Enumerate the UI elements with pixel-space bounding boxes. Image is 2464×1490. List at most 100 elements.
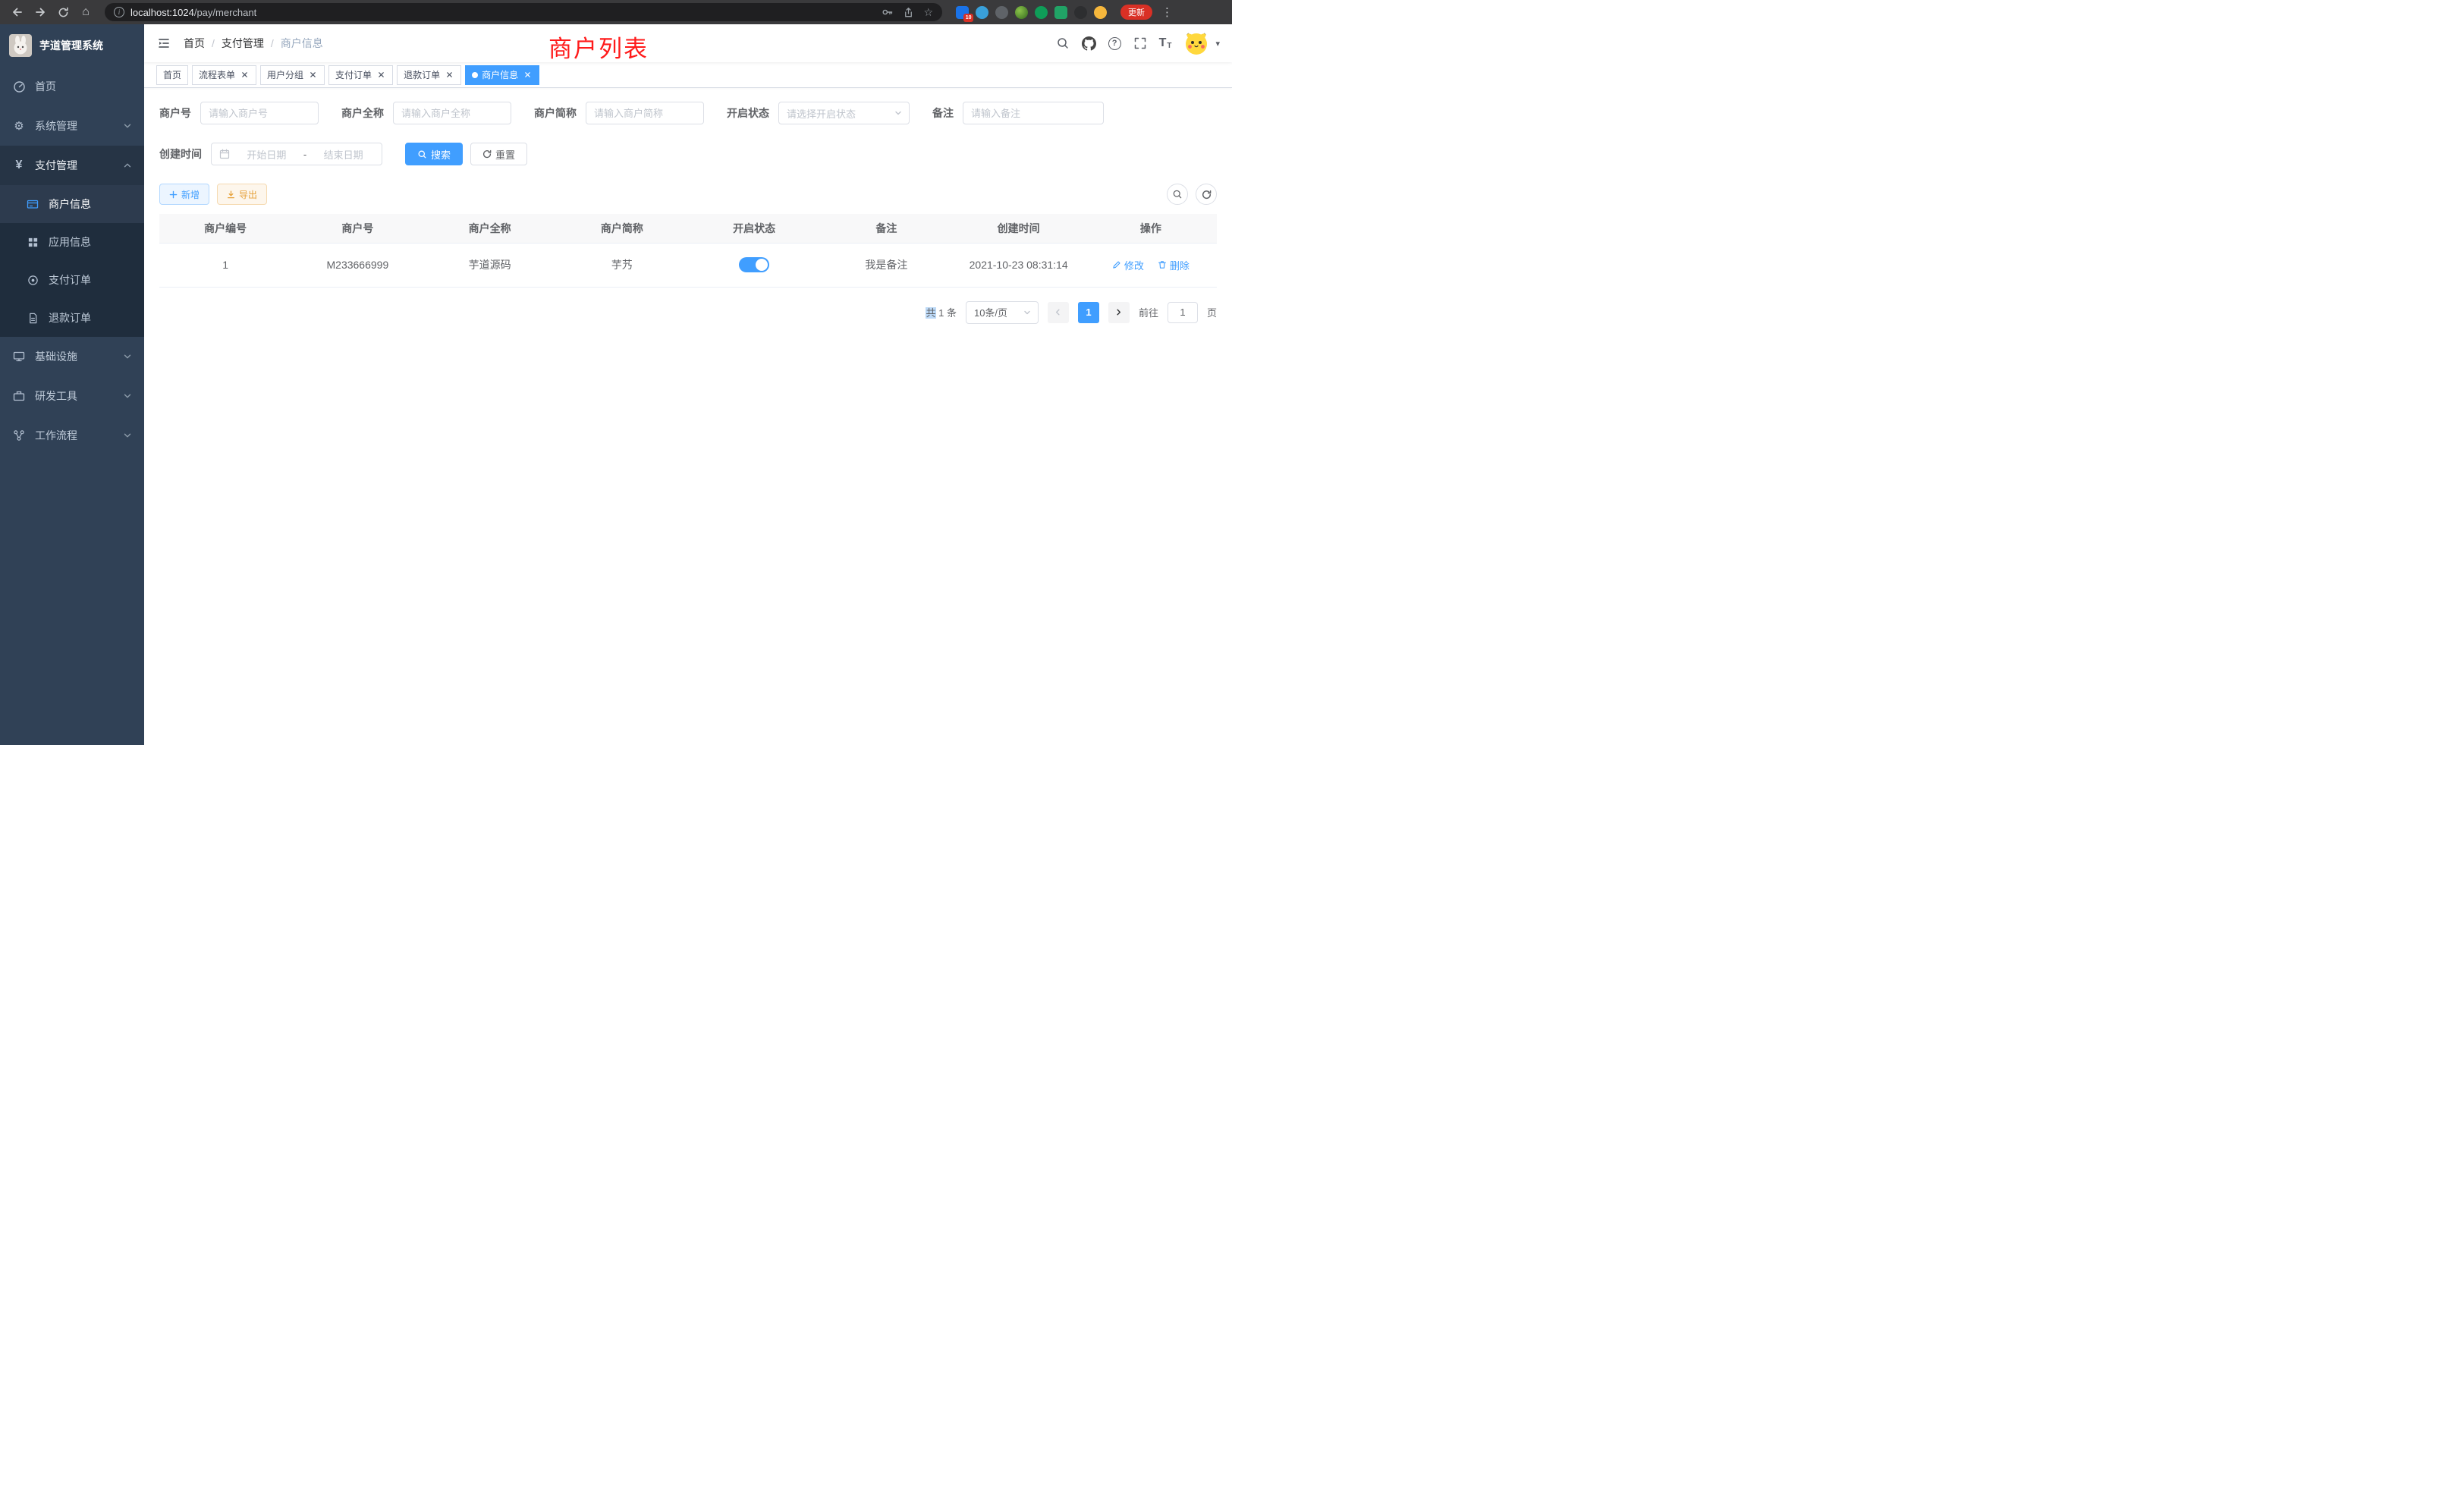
- cell-status: [688, 243, 820, 287]
- tab-close-icon[interactable]: [239, 70, 250, 80]
- table-row: 1 M233666999 芋道源码 芋艿 我是备注 2021-10-23 08:…: [159, 243, 1217, 287]
- sidebar-item-workflow[interactable]: 工作流程: [0, 416, 144, 455]
- search-button[interactable]: 搜索: [405, 143, 463, 165]
- breadcrumb-current: 商户信息: [281, 36, 323, 51]
- circle-dot-icon: [26, 275, 39, 286]
- cell-full-name: 芋道源码: [424, 243, 556, 287]
- grid-icon: [26, 237, 39, 248]
- table-tools: [1167, 184, 1217, 205]
- cell-create-time: 2021-10-23 08:31:14: [953, 243, 1085, 287]
- table-header-row: 商户编号 商户号 商户全称 商户简称 开启状态 备注 创建时间 操作: [159, 214, 1217, 243]
- pagination-total: 共 1 条: [926, 305, 956, 319]
- status-toggle[interactable]: [739, 257, 769, 272]
- tab-close-icon[interactable]: [522, 70, 533, 80]
- browser-update-button[interactable]: 更新: [1120, 5, 1152, 20]
- chevron-down-icon: [123, 352, 132, 361]
- browser-forward-button[interactable]: [30, 2, 50, 22]
- browser-home-button[interactable]: ⌂: [76, 2, 96, 22]
- fullscreen-icon[interactable]: [1133, 36, 1147, 50]
- extension-icon-4[interactable]: [1015, 6, 1028, 19]
- prev-page-button[interactable]: [1048, 302, 1069, 323]
- sidebar-item-merchant-info[interactable]: 商户信息: [0, 185, 144, 223]
- github-icon[interactable]: [1082, 36, 1096, 51]
- extension-icon-1[interactable]: 10: [956, 6, 969, 19]
- font-size-icon[interactable]: TT: [1159, 36, 1172, 50]
- sidebar-toggle-icon[interactable]: [156, 36, 171, 51]
- delete-link[interactable]: 删除: [1158, 258, 1190, 272]
- extension-icon-7[interactable]: [1074, 6, 1087, 19]
- help-icon[interactable]: ?: [1108, 37, 1121, 50]
- sidebar-item-devtools[interactable]: 研发工具: [0, 376, 144, 416]
- sidebar-item-infrastructure[interactable]: 基础设施: [0, 337, 144, 376]
- user-avatar[interactable]: [1183, 30, 1209, 56]
- page-size-select[interactable]: 10条/页: [966, 301, 1039, 324]
- toggle-search-button[interactable]: [1167, 184, 1188, 205]
- url-text: localhost:1024/pay/merchant: [130, 7, 256, 18]
- sidebar-item-label: 首页: [35, 79, 56, 94]
- sidebar-item-payment[interactable]: ¥ 支付管理: [0, 146, 144, 185]
- remark-input[interactable]: [963, 102, 1104, 124]
- breadcrumb-home[interactable]: 首页: [184, 36, 205, 51]
- merchant-no-input[interactable]: [200, 102, 319, 124]
- breadcrumb-payment[interactable]: 支付管理: [222, 36, 264, 51]
- caret-down-icon[interactable]: ▾: [1215, 39, 1220, 49]
- date-separator: -: [303, 149, 306, 160]
- export-button[interactable]: 导出: [217, 184, 267, 205]
- address-bar[interactable]: i localhost:1024/pay/merchant ☆: [105, 3, 942, 21]
- share-icon[interactable]: [903, 7, 914, 18]
- tab-close-icon[interactable]: [444, 70, 454, 80]
- browser-back-button[interactable]: [8, 2, 27, 22]
- sidebar-item-app-info[interactable]: 应用信息: [0, 223, 144, 261]
- extension-icon-3[interactable]: [995, 6, 1008, 19]
- extension-icon-2[interactable]: [976, 6, 988, 19]
- chevron-down-icon: [123, 391, 132, 401]
- edit-link[interactable]: 修改: [1112, 258, 1144, 272]
- bookmark-star-icon[interactable]: ☆: [923, 7, 933, 17]
- password-key-icon[interactable]: [882, 6, 894, 18]
- app-logo[interactable]: 芋道管理系统: [0, 24, 144, 67]
- tab-user-group[interactable]: 用户分组: [260, 65, 325, 85]
- sidebar-item-refund-order[interactable]: 退款订单: [0, 299, 144, 337]
- reset-button[interactable]: 重置: [470, 143, 527, 165]
- extension-icon-5[interactable]: [1035, 6, 1048, 19]
- extension-icon-6[interactable]: [1054, 6, 1067, 19]
- sidebar-item-system[interactable]: ⚙ 系统管理: [0, 106, 144, 146]
- full-name-input[interactable]: [393, 102, 511, 124]
- browser-menu-icon[interactable]: ⋮: [1161, 5, 1173, 19]
- navbar-tools: ? TT ▾: [1056, 30, 1220, 56]
- next-page-button[interactable]: [1108, 302, 1130, 323]
- toolbox-icon: [12, 390, 26, 402]
- goto-label: 前往: [1139, 305, 1158, 319]
- chevron-down-icon: [123, 431, 132, 440]
- tab-refund-order[interactable]: 退款订单: [397, 65, 461, 85]
- goto-page-input[interactable]: [1168, 302, 1198, 323]
- search-icon[interactable]: [1056, 36, 1070, 50]
- short-name-input[interactable]: [586, 102, 704, 124]
- sidebar-item-label: 系统管理: [35, 118, 77, 134]
- refresh-table-button[interactable]: [1196, 184, 1217, 205]
- sidebar-item-home[interactable]: 首页: [0, 67, 144, 106]
- add-button[interactable]: 新增: [159, 184, 209, 205]
- tab-merchant-info[interactable]: 商户信息: [465, 65, 539, 85]
- status-select[interactable]: 请选择开启状态: [778, 102, 910, 124]
- page-unit-label: 页: [1207, 305, 1217, 319]
- col-header-status: 开启状态: [688, 214, 820, 243]
- date-range-input[interactable]: 开始日期 - 结束日期: [211, 143, 382, 165]
- tab-label: 流程表单: [199, 68, 235, 81]
- active-tab-dot: [472, 72, 478, 78]
- tab-close-icon[interactable]: [307, 70, 318, 80]
- tab-pay-order[interactable]: 支付订单: [328, 65, 393, 85]
- sidebar-item-pay-order[interactable]: 支付订单: [0, 261, 144, 299]
- chevron-up-icon: [123, 161, 132, 170]
- tab-process-form[interactable]: 流程表单: [192, 65, 256, 85]
- monitor-icon: [12, 350, 26, 363]
- page-info-icon[interactable]: i: [114, 7, 124, 17]
- browser-reload-button[interactable]: [53, 2, 73, 22]
- col-header-actions: 操作: [1085, 214, 1217, 243]
- tab-home[interactable]: 首页: [156, 65, 188, 85]
- browser-profile-avatar[interactable]: [1094, 6, 1107, 19]
- tab-close-icon[interactable]: [376, 70, 386, 80]
- address-bar-actions: ☆: [882, 6, 933, 18]
- page-number-button[interactable]: 1: [1078, 302, 1099, 323]
- merchant-table: 商户编号 商户号 商户全称 商户简称 开启状态 备注 创建时间 操作 1: [159, 214, 1217, 288]
